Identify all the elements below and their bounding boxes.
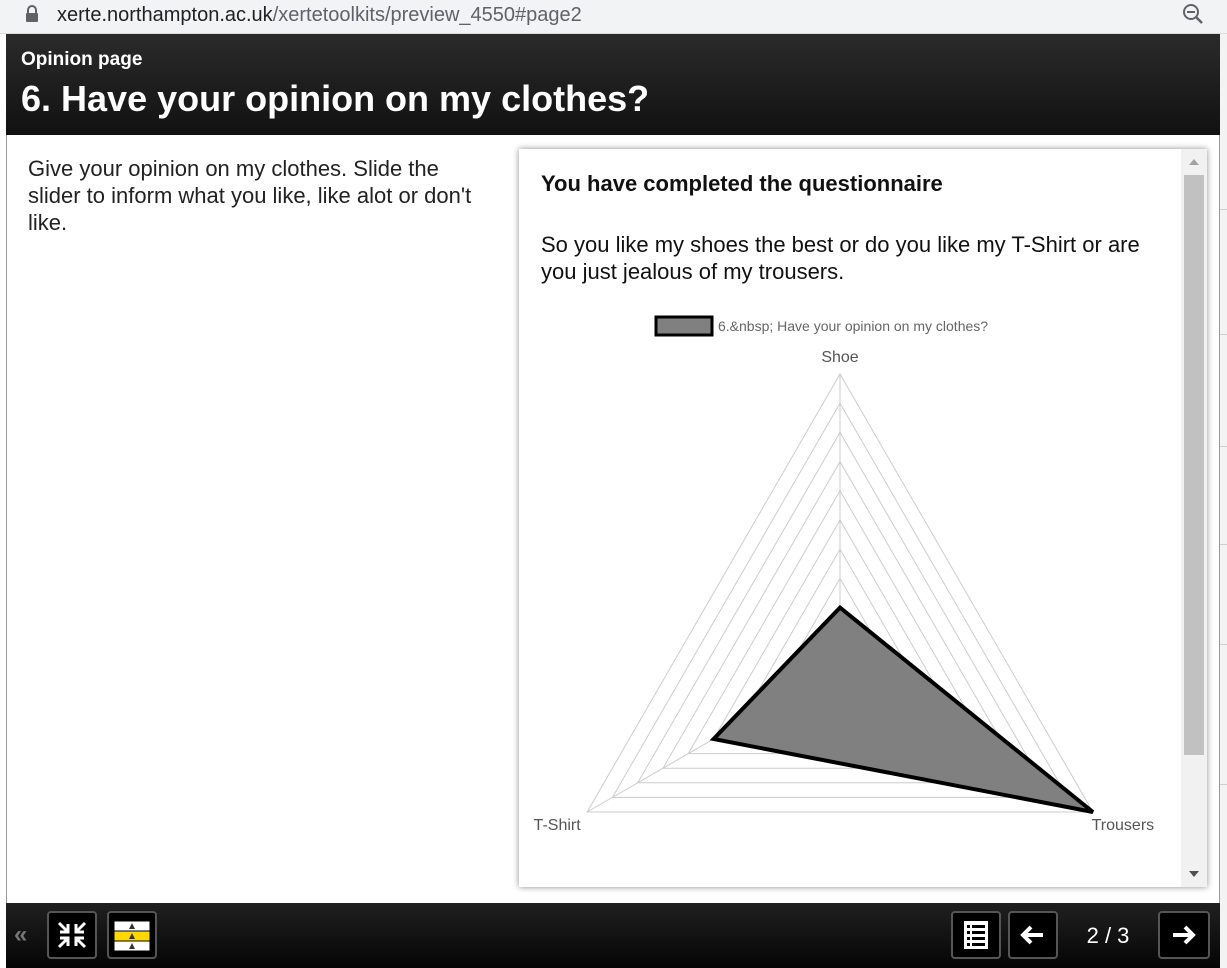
- results-text: So you like my shoes the best or do you …: [541, 232, 1140, 284]
- instructions-text: Give your opinion on my clothes. Slide t…: [28, 156, 472, 235]
- chart-series: [709, 604, 1095, 814]
- results-heading: You have completed the questionnaire: [541, 171, 943, 196]
- page-counter: 2 / 3: [1086, 923, 1130, 948]
- page-content: Give your opinion on my clothes. Slide t…: [6, 135, 1220, 903]
- browser-address-bar: xerte.northampton.ac.uk/xertetoolkits/pr…: [0, 0, 1227, 34]
- exit-fullscreen-icon: [57, 921, 87, 949]
- radar-chart: 6.&nbsp; Have your opinion on my clothes…: [534, 315, 1155, 834]
- exit-fullscreen-button[interactable]: [47, 911, 97, 959]
- page-type-label: Opinion page: [21, 49, 143, 70]
- series-area-0: [709, 604, 1095, 814]
- zoom-out-icon[interactable]: [1181, 2, 1205, 26]
- scroll-up-arrow-icon[interactable]: [1181, 149, 1207, 175]
- axis-label-trousers: Trousers: [1092, 817, 1155, 834]
- scroll-down-arrow-icon[interactable]: [1181, 861, 1207, 887]
- axis-label-shoe: Shoe: [821, 349, 858, 366]
- legend-swatch: [654, 315, 714, 337]
- collapse-footer-icon[interactable]: «: [14, 921, 27, 949]
- page-header: Opinion page 6. Have your opinion on my …: [6, 34, 1220, 135]
- url-host: xerte.northampton.ac.uk: [57, 4, 273, 26]
- next-page-button[interactable]: [1158, 911, 1210, 959]
- url-text[interactable]: xerte.northampton.ac.uk/xertetoolkits/pr…: [57, 2, 582, 28]
- text-size-icon: [113, 920, 151, 952]
- footer-toolbar: « 2 / 3: [6, 903, 1220, 968]
- legend-label: 6.&nbsp; Have your opinion on my clothes…: [718, 318, 988, 334]
- scroll-thumb[interactable]: [1184, 175, 1204, 755]
- arrow-left-icon: [1020, 925, 1043, 945]
- previous-page-button[interactable]: [1008, 911, 1058, 959]
- list-icon: [964, 921, 988, 949]
- page-title: 6. Have your opinion on my clothes?: [21, 78, 650, 119]
- table-of-contents-button[interactable]: [951, 911, 1001, 959]
- results-panel: You have completed the questionnaire So …: [519, 149, 1207, 887]
- panel-scrollbar[interactable]: [1181, 149, 1207, 887]
- lock-icon: [26, 5, 38, 22]
- axis-label-t-shirt: T-Shirt: [534, 817, 582, 834]
- chart-legend: 6.&nbsp; Have your opinion on my clothes…: [654, 315, 988, 337]
- url-path: /xertetoolkits/preview_4550#page2: [272, 4, 582, 26]
- arrow-right-icon: [1173, 925, 1196, 945]
- accessibility-options-button[interactable]: [107, 911, 157, 959]
- xerte-window: Opinion page 6. Have your opinion on my …: [6, 34, 1220, 968]
